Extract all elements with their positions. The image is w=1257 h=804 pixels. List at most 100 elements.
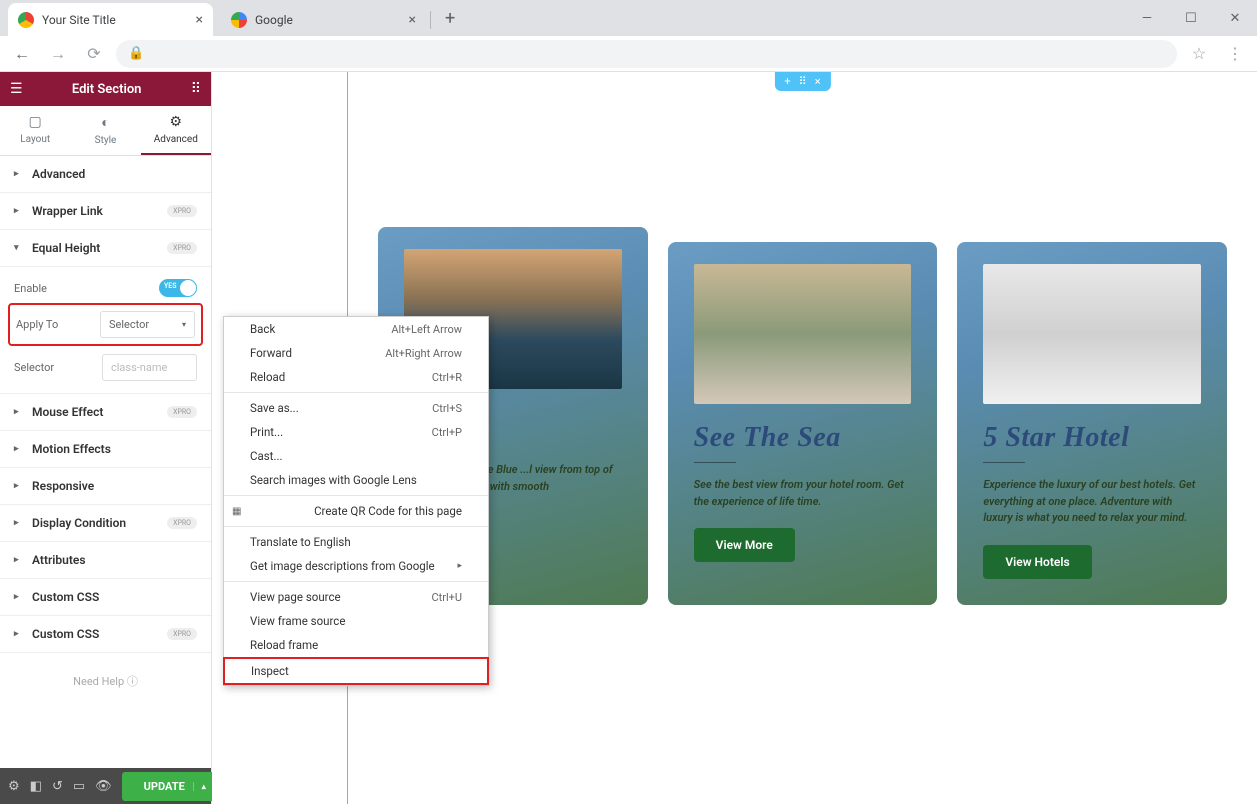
cm-translate[interactable]: Translate to English [224, 530, 488, 554]
card-desc: Experience the luxury of our best hotels… [983, 477, 1201, 527]
section-display-condition[interactable]: ▸Display ConditionXPRO [0, 505, 211, 542]
selector-input[interactable]: class-name [102, 354, 197, 381]
card-title: 5 Star Hotel [983, 422, 1201, 454]
pro-badge: XPRO [167, 406, 197, 418]
cm-inspect[interactable]: Inspect [225, 659, 487, 683]
cm-cast[interactable]: Cast... [224, 444, 488, 468]
grid-icon[interactable]: ⠿ [191, 81, 201, 97]
star-icon[interactable]: ☆ [1185, 40, 1213, 68]
drag-icon[interactable]: ⠿ [799, 75, 807, 88]
panel-tabs: ▢Layout ◐Style ⚙Advanced [0, 106, 211, 156]
cm-view-source[interactable]: View page sourceCtrl+U [224, 585, 488, 609]
reload-button[interactable]: ⟳ [80, 40, 108, 68]
section-advanced[interactable]: ▸Advanced [0, 156, 211, 193]
settings-icon[interactable]: ⚙ [8, 779, 20, 794]
cm-save-as[interactable]: Save as...Ctrl+S [224, 396, 488, 420]
cm-search-lens[interactable]: Search images with Google Lens [224, 468, 488, 492]
section-custom-css-1[interactable]: ▸Custom CSS [0, 579, 211, 616]
context-menu: BackAlt+Left Arrow ForwardAlt+Right Arro… [223, 316, 489, 686]
separator [224, 581, 488, 582]
section-mouse-effect[interactable]: ▸Mouse EffectXPRO [0, 394, 211, 431]
enable-toggle[interactable]: YES [159, 279, 197, 297]
card-button[interactable]: View Hotels [983, 545, 1091, 579]
section-motion-effects[interactable]: ▸Motion Effects [0, 431, 211, 468]
qr-icon: ▦ [232, 506, 246, 517]
gear-icon: ⚙ [170, 114, 183, 130]
navigator-icon[interactable]: ◧ [30, 779, 42, 794]
tab-advanced[interactable]: ⚙Advanced [141, 106, 211, 155]
chevron-right-icon: ▸ [14, 481, 22, 491]
cm-qr-code[interactable]: ▦Create QR Code for this page [224, 499, 488, 523]
chevron-down-icon: ▾ [14, 243, 22, 253]
pro-badge: XPRO [167, 517, 197, 529]
panel-title: Edit Section [72, 82, 142, 97]
tab-style[interactable]: ◐Style [70, 106, 140, 155]
divider [694, 462, 736, 463]
tab-separator [430, 11, 431, 29]
close-icon[interactable]: × [815, 75, 821, 88]
window-controls: — ☐ ✕ [1125, 0, 1257, 36]
browser-tab[interactable]: Google × [221, 3, 426, 36]
forward-button[interactable]: → [44, 40, 72, 68]
style-icon: ◐ [101, 114, 109, 131]
apply-to-highlight: Apply To Selector▾ [8, 303, 203, 346]
pro-badge: XPRO [167, 242, 197, 254]
cm-image-descriptions[interactable]: Get image descriptions from Google▸ [224, 554, 488, 578]
back-button[interactable]: ← [8, 40, 36, 68]
card-button[interactable]: View More [694, 528, 795, 562]
chevron-up-icon[interactable]: ▴ [193, 782, 206, 791]
section-handle[interactable]: + ⠿ × [774, 72, 830, 91]
help-icon: ⓘ [127, 675, 138, 688]
tab-title: Google [255, 13, 293, 27]
layout-icon: ▢ [29, 114, 42, 130]
panel-footer: ⚙ ◧ ↺ ▭ 👁 UPDATE▴ [0, 768, 211, 804]
cm-reload-frame[interactable]: Reload frame [224, 633, 488, 657]
preview-icon[interactable]: 👁 [95, 779, 112, 794]
selector-label: Selector [14, 361, 54, 374]
tab-layout[interactable]: ▢Layout [0, 106, 70, 155]
menu-icon[interactable]: ☰ [10, 81, 23, 97]
card-image [983, 264, 1201, 404]
new-tab-button[interactable]: + [445, 8, 455, 29]
chevron-right-icon: ▸ [14, 592, 22, 602]
section-equal-height[interactable]: ▾Equal HeightXPRO [0, 230, 211, 267]
cm-forward[interactable]: ForwardAlt+Right Arrow [224, 341, 488, 365]
browser-tab-active[interactable]: Your Site Title × [8, 3, 213, 36]
pro-badge: XPRO [167, 628, 197, 640]
cm-view-frame-source[interactable]: View frame source [224, 609, 488, 633]
close-icon[interactable]: × [409, 12, 416, 28]
chevron-right-icon: ▸ [14, 555, 22, 565]
chevron-right-icon: ▸ [457, 561, 462, 571]
section-wrapper-link[interactable]: ▸Wrapper LinkXPRO [0, 193, 211, 230]
history-icon[interactable]: ↺ [52, 779, 63, 794]
card-sea[interactable]: See The Sea See the best view from your … [668, 242, 938, 605]
address-bar[interactable]: 🔒 [116, 40, 1177, 68]
minimize-button[interactable]: — [1125, 0, 1169, 36]
cm-reload[interactable]: ReloadCtrl+R [224, 365, 488, 389]
card-image [694, 264, 912, 404]
close-icon[interactable]: × [196, 12, 203, 28]
cm-print[interactable]: Print...Ctrl+P [224, 420, 488, 444]
need-help-link[interactable]: Need Help ⓘ [0, 653, 211, 709]
equal-height-body: Enable YES Apply To Selector▾ Selector c… [0, 267, 211, 394]
menu-icon[interactable]: ⋮ [1221, 40, 1249, 68]
section-attributes[interactable]: ▸Attributes [0, 542, 211, 579]
card-title: See The Sea [694, 422, 912, 454]
close-window-button[interactable]: ✕ [1213, 0, 1257, 36]
browser-tab-bar: Your Site Title × Google × + — ☐ ✕ [0, 0, 1257, 36]
section-responsive[interactable]: ▸Responsive [0, 468, 211, 505]
chevron-right-icon: ▸ [14, 518, 22, 528]
browser-nav-bar: ← → ⟳ 🔒 ☆ ⋮ [0, 36, 1257, 72]
responsive-icon[interactable]: ▭ [73, 779, 85, 794]
section-custom-css-2[interactable]: ▸Custom CSSXPRO [0, 616, 211, 653]
card-hotel[interactable]: 5 Star Hotel Experience the luxury of ou… [957, 242, 1227, 605]
apply-to-select[interactable]: Selector▾ [100, 311, 195, 338]
cm-back[interactable]: BackAlt+Left Arrow [224, 317, 488, 341]
separator [224, 526, 488, 527]
divider [983, 462, 1025, 463]
apply-to-label: Apply To [16, 318, 58, 331]
chevron-right-icon: ▸ [14, 407, 22, 417]
add-icon[interactable]: + [784, 75, 790, 88]
maximize-button[interactable]: ☐ [1169, 0, 1213, 36]
separator [224, 495, 488, 496]
